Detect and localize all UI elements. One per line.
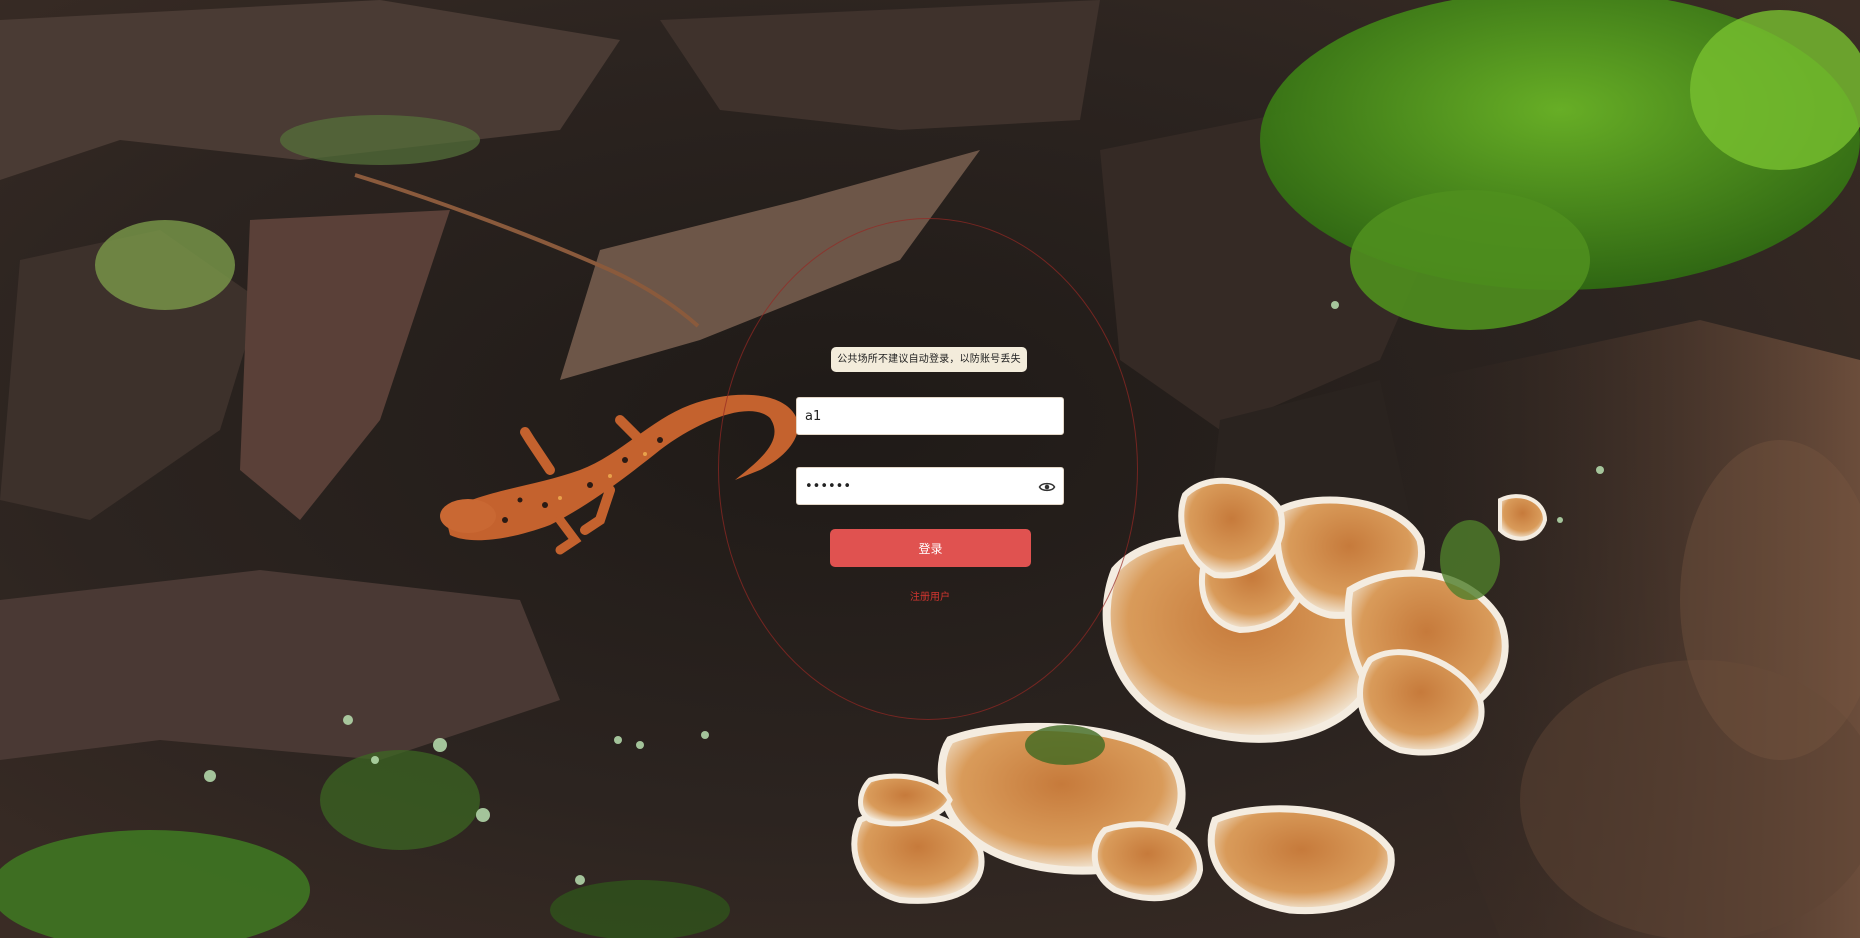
auto-login-tip: 公共场所不建议自动登录，以防账号丢失	[831, 347, 1027, 372]
password-input[interactable]	[797, 468, 1063, 504]
username-field[interactable]	[796, 397, 1064, 435]
register-link[interactable]: 注册用户	[880, 588, 980, 603]
login-button[interactable]: 登录	[830, 529, 1031, 567]
eye-icon[interactable]	[1038, 478, 1056, 496]
username-input[interactable]	[797, 398, 1063, 434]
password-field[interactable]	[796, 467, 1064, 505]
